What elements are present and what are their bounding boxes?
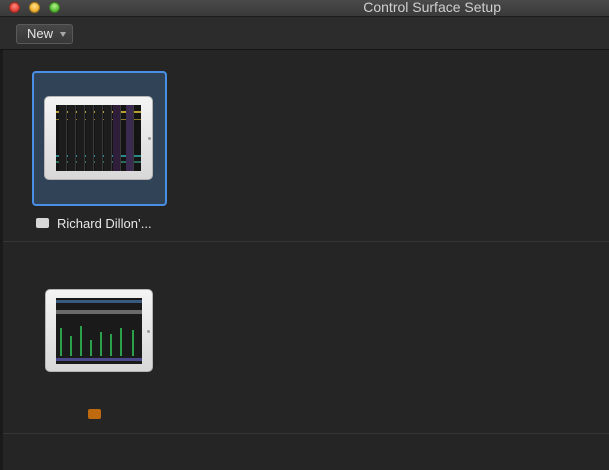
section-divider xyxy=(3,433,609,434)
mixer-screen-icon-2 xyxy=(56,298,142,364)
section-divider xyxy=(3,241,609,242)
device-color-icon xyxy=(88,409,101,419)
ipad-device-icon-2[interactable] xyxy=(45,289,153,372)
chevron-down-icon xyxy=(60,32,66,37)
new-button-label: New xyxy=(27,26,54,41)
toolbar: New xyxy=(0,17,609,50)
ipad-device-icon xyxy=(44,96,153,180)
device-name: Richard Dillon’... xyxy=(57,216,152,231)
home-button-icon xyxy=(148,137,151,140)
ipad-small-icon xyxy=(36,218,49,228)
home-button-icon xyxy=(147,330,150,333)
window-title: Control Surface Setup xyxy=(363,0,501,15)
title-bar: Control Surface Setup xyxy=(0,0,609,17)
new-popup-button[interactable]: New xyxy=(16,24,73,44)
mixer-screen-icon xyxy=(56,105,141,171)
